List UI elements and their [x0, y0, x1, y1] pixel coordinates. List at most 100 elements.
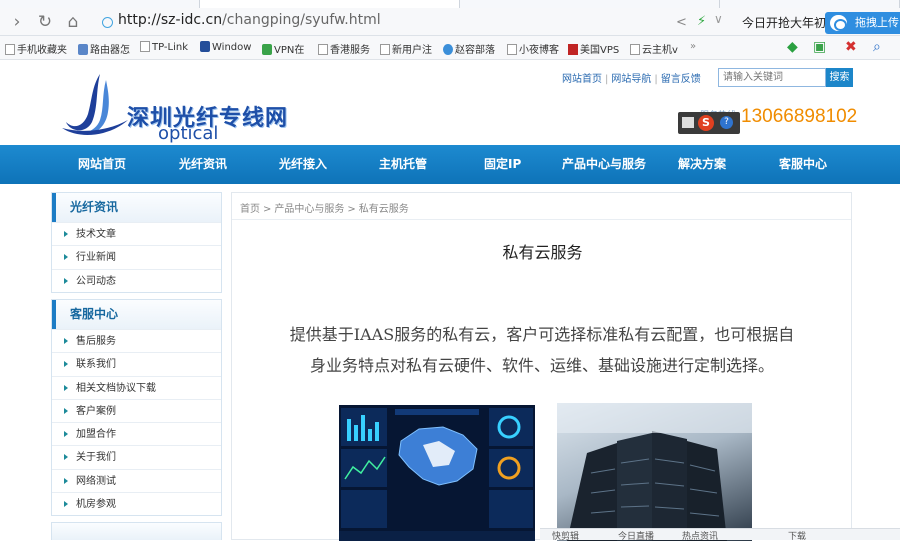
status-item[interactable]: 热点资讯	[682, 529, 718, 542]
globe-icon	[443, 44, 453, 55]
browser-tab[interactable]	[460, 0, 720, 8]
nav-fixed-ip[interactable]: 固定IP	[484, 145, 521, 184]
sidebar-item-downloads[interactable]: 相关文档协议下载	[52, 375, 221, 399]
help-icon: ?	[720, 116, 733, 129]
sogou-icon: S	[698, 115, 714, 131]
nav-fiber-access[interactable]: 光纤接入	[279, 145, 327, 184]
status-item[interactable]: 下载	[788, 529, 806, 542]
sidebar-item-industry-news[interactable]: 行业新闻	[52, 245, 221, 269]
bookmark-item[interactable]: 云主机v	[630, 41, 678, 56]
top-links: 网站首页 | 网站导航 | 留言反馈	[562, 74, 701, 85]
reload-icon[interactable]: ↻	[34, 11, 56, 33]
shield-icon[interactable]: ◆	[787, 39, 798, 55]
sidebar-title[interactable]: 客服中心	[52, 300, 221, 329]
servers-graphic	[557, 403, 752, 541]
breadcrumb-home[interactable]: 首页	[240, 204, 260, 215]
browser-tab[interactable]	[720, 0, 900, 8]
paw-icon	[200, 41, 210, 52]
search-icon[interactable]: ⌕	[873, 39, 881, 55]
search-input[interactable]	[718, 68, 826, 87]
page-icon	[318, 44, 328, 55]
bookmark-item[interactable]: 小夜博客	[507, 41, 559, 56]
url-field[interactable]: http://sz-idc.cn/changping/syufw.html	[96, 11, 666, 33]
page-icon	[507, 44, 517, 55]
page-icon	[5, 44, 15, 55]
sidebar-item-company-news[interactable]: 公司动态	[52, 268, 221, 292]
nav-solutions[interactable]: 解决方案	[678, 145, 726, 184]
breadcrumb-products[interactable]: 产品中心与服务	[274, 204, 344, 215]
upload-label: 拖拽上传	[855, 16, 899, 29]
main-nav: 网站首页 光纤资讯 光纤接入 主机托管 固定IP 产品中心与服务 解决方案 客服…	[0, 145, 900, 184]
router-icon	[78, 44, 88, 55]
bookmark-item[interactable]: VPN在	[262, 41, 304, 56]
sidebar-support-block: 客服中心 售后服务 联系我们 相关文档协议下载 客户案例 加盟合作 关于我们 网…	[51, 299, 222, 517]
sidebar-title[interactable]: 光纤资讯	[52, 193, 221, 222]
cloud-upload-icon	[830, 15, 847, 31]
server-rack-image	[557, 403, 752, 541]
sidebar-item-about[interactable]: 关于我们	[52, 445, 221, 469]
breadcrumb: 首页 > 产品中心与服务 > 私有云服务	[240, 204, 409, 215]
intro-line: 身业务特点对私有云硬件、软件、运维、基础设施进行定制选择。	[309, 356, 774, 375]
bookmark-item[interactable]: 新用户注	[380, 41, 432, 56]
intro-line: 提供基于IAAS服务的私有云，客户可选择标准私有云配置，也可根据自	[289, 325, 795, 344]
address-bar: › ↻ ⌂ http://sz-idc.cn/changping/syufw.h…	[0, 8, 900, 36]
ime-toolbar[interactable]: S ?	[678, 112, 740, 134]
home-icon[interactable]: ⌂	[62, 11, 84, 33]
browser-tab[interactable]	[0, 0, 200, 8]
page-title: 私有云服务	[502, 243, 583, 262]
bookmark-item[interactable]: 路由器怎	[78, 41, 130, 56]
forward-icon[interactable]: ›	[6, 11, 28, 33]
cloud-dashboard-image	[339, 405, 535, 541]
cross-tool-icon[interactable]: ✖	[845, 39, 857, 55]
top-link-sitemap[interactable]: 网站导航	[611, 74, 651, 85]
sidebar-next-block	[51, 522, 222, 540]
intro-paragraph: 提供基于IAAS服务的私有云，客户可选择标准私有云配置，也可根据自 身业务特点对…	[252, 319, 832, 381]
browser-status-bar: 快剪辑 今日直播 热点资讯 下载	[540, 528, 900, 542]
logo-english-text: optical	[158, 123, 219, 144]
sidebar-item-tech-articles[interactable]: 技术文章	[52, 222, 221, 246]
status-item[interactable]: 今日直播	[618, 529, 654, 542]
bookmarks-bar: 手机收藏夹 路由器怎 TP-Link Window VPN在 香港服务 新用户注…	[0, 36, 900, 60]
sidebar-item-partnership[interactable]: 加盟合作	[52, 422, 221, 446]
sidebar-item-contact[interactable]: 联系我们	[52, 352, 221, 376]
top-link-home[interactable]: 网站首页	[562, 74, 602, 85]
nav-fiber-news[interactable]: 光纤资讯	[179, 145, 227, 184]
divider	[232, 219, 851, 220]
sidebar-item-after-sales[interactable]: 售后服务	[52, 329, 221, 353]
bookmark-item[interactable]: TP-Link	[140, 41, 188, 53]
bookmark-item[interactable]: Window	[200, 41, 251, 53]
keyboard-icon	[682, 117, 694, 128]
url-host: http://sz-idc.cn	[118, 12, 223, 28]
breadcrumb-current[interactable]: 私有云服务	[359, 204, 409, 215]
sidebar-item-datacenter-visit[interactable]: 机房参观	[52, 492, 221, 516]
url-path: /changping/syufw.html	[222, 12, 381, 28]
bookmark-item[interactable]: 香港服务	[318, 41, 370, 56]
share-icon[interactable]: <	[676, 15, 687, 30]
top-link-feedback[interactable]: 留言反馈	[661, 74, 701, 85]
bookmark-item[interactable]: 赵容部落	[443, 41, 495, 56]
search-button[interactable]: 搜索	[826, 68, 853, 87]
status-item[interactable]: 快剪辑	[552, 529, 579, 542]
main-content: 首页 > 产品中心与服务 > 私有云服务 私有云服务 提供基于IAAS服务的私有云，客户…	[231, 192, 852, 541]
dashboard-graphic	[339, 405, 535, 541]
hotline-number: 13066898102	[741, 106, 858, 127]
browser-tab-active[interactable]	[200, 0, 460, 8]
vpn-icon	[262, 44, 272, 55]
nav-home[interactable]: 网站首页	[78, 145, 126, 184]
bookmark-item[interactable]: 手机收藏夹	[5, 41, 67, 56]
site-header: 深圳光纤专线网 optical 网站首页|网站导航|留言反馈 搜索 服务热线 S…	[0, 60, 900, 145]
nav-hosting[interactable]: 主机托管	[379, 145, 427, 184]
nav-products[interactable]: 产品中心与服务	[562, 145, 646, 184]
site-logo[interactable]: 深圳光纤专线网 optical	[62, 70, 312, 144]
speed-mode-icon[interactable]: ⚡	[697, 14, 706, 29]
bookmark-item[interactable]: 美国VPS	[568, 41, 619, 56]
nav-support[interactable]: 客服中心	[779, 145, 827, 184]
chevron-down-icon[interactable]: ∨	[714, 12, 723, 26]
bookmarks-more[interactable]: »	[690, 41, 696, 52]
upload-button[interactable]: 拖拽上传	[825, 12, 900, 34]
sidebar-item-cases[interactable]: 客户案例	[52, 398, 221, 423]
page-icon	[630, 44, 640, 55]
site-security-icon	[102, 17, 113, 28]
extension-icon[interactable]: ▣	[813, 39, 826, 55]
sidebar-item-network-test[interactable]: 网络测试	[52, 468, 221, 493]
